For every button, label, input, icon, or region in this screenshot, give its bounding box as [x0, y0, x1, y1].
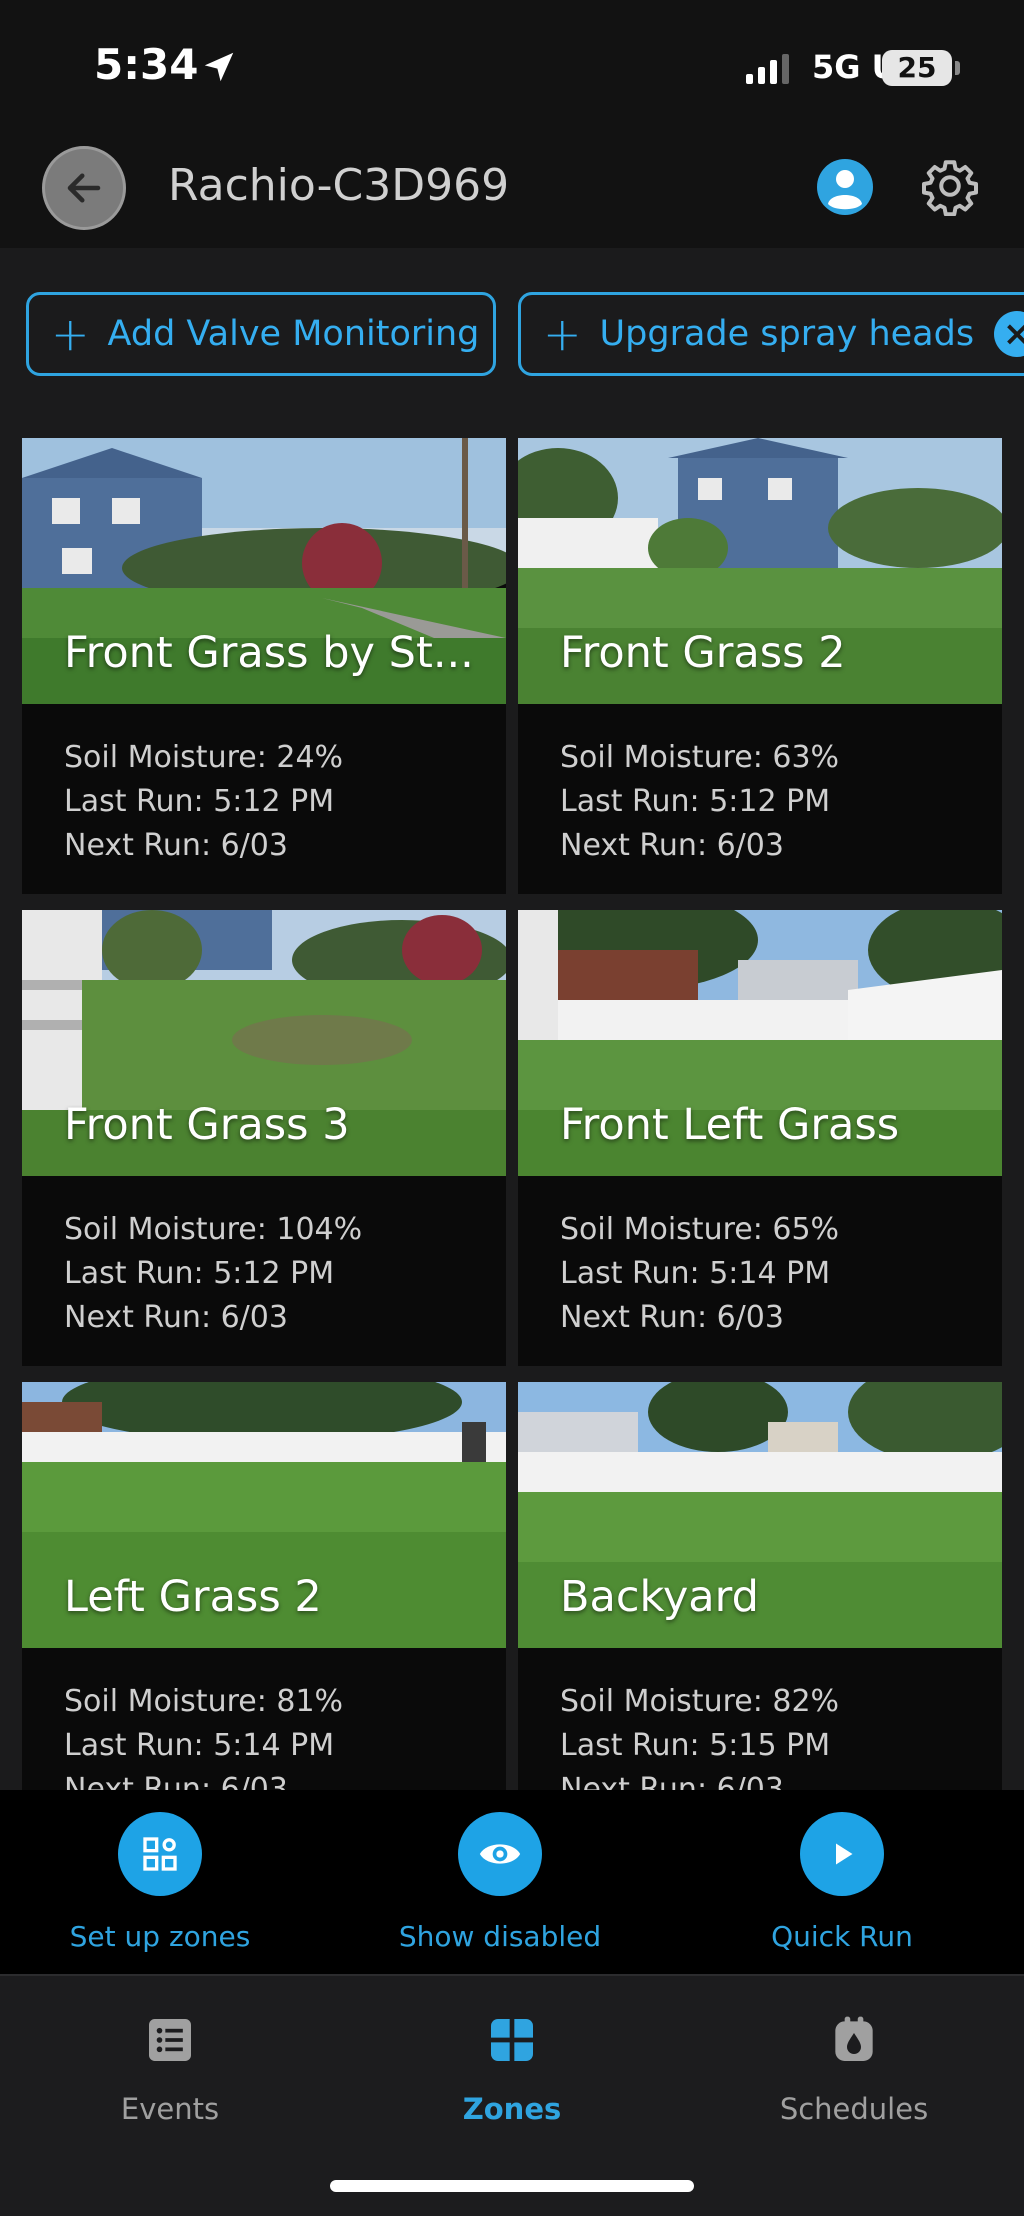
zone-name: Front Left Grass — [560, 1100, 900, 1150]
zone-details: Soil Moisture: 24% Last Run: 5:12 PM Nex… — [64, 736, 343, 868]
zone-card[interactable]: Front Grass by St... Soil Moisture: 24% … — [22, 438, 506, 894]
next-run: Next Run: 6/03 — [64, 1300, 288, 1335]
zone-card[interactable]: Front Grass 2 Soil Moisture: 63% Last Ru… — [518, 438, 1002, 894]
close-icon[interactable]: × — [994, 311, 1024, 357]
chip-label: Add Valve Monitoring — [107, 314, 480, 354]
grid-settings-icon — [118, 1812, 202, 1896]
location-arrow-icon — [204, 52, 234, 82]
action-label: Show disabled — [398, 1920, 602, 1953]
soil-moisture: Soil Moisture: 104% — [64, 1212, 363, 1247]
zone-name: Left Grass 2 — [64, 1572, 322, 1622]
soil-moisture: Soil Moisture: 24% — [64, 740, 344, 775]
action-label: Quick Run — [771, 1920, 913, 1953]
show-disabled-button[interactable]: Show disabled — [350, 1812, 650, 1953]
battery-tip — [955, 61, 960, 75]
last-run: Last Run: 5:15 PM — [560, 1728, 831, 1763]
tab-zones[interactable]: Zones — [392, 2012, 632, 2126]
soil-moisture: Soil Moisture: 82% — [560, 1684, 840, 1719]
next-run: Next Run: 6/03 — [64, 828, 288, 863]
zone-details: Soil Moisture: 81% Last Run: 5:14 PM Nex… — [64, 1680, 343, 1790]
suggestion-chips: + Add Valve Monitoring + Upgrade spray h… — [0, 248, 1024, 424]
zone-name: Backyard — [560, 1572, 759, 1622]
add-valve-monitoring-chip[interactable]: + Add Valve Monitoring — [26, 292, 496, 376]
zone-name: Front Grass 3 — [64, 1100, 350, 1150]
zone-details: Soil Moisture: 65% Last Run: 5:14 PM Nex… — [560, 1208, 839, 1340]
tab-label: Schedules — [779, 2092, 929, 2126]
upgrade-spray-heads-chip[interactable]: + Upgrade spray heads × — [518, 292, 1024, 376]
battery-icon: 25 — [882, 50, 952, 86]
list-icon — [149, 2019, 191, 2061]
tab-schedules[interactable]: Schedules — [734, 2012, 974, 2126]
last-run: Last Run: 5:14 PM — [560, 1256, 831, 1291]
zone-name: Front Grass by St... — [64, 628, 474, 678]
tab-label: Events — [120, 2092, 220, 2126]
play-icon — [800, 1812, 884, 1896]
account-icon[interactable] — [816, 158, 874, 216]
next-run: Next Run: 6/03 — [560, 828, 784, 863]
soil-moisture: Soil Moisture: 81% — [64, 1684, 344, 1719]
zone-card[interactable]: Backyard Soil Moisture: 82% Last Run: 5:… — [518, 1382, 1002, 1790]
tab-label: Zones — [462, 2092, 562, 2126]
plus-icon: + — [51, 307, 90, 361]
chip-label: Upgrade spray heads — [599, 314, 975, 354]
timer-icon — [835, 2016, 873, 2061]
app-header: Rachio-C3D969 — [0, 130, 1024, 248]
zones-grid: Front Grass by St... Soil Moisture: 24% … — [0, 424, 1024, 1790]
zones-icon — [491, 2019, 533, 2061]
zone-details: Soil Moisture: 63% Last Run: 5:12 PM Nex… — [560, 736, 839, 868]
set-up-zones-button[interactable]: Set up zones — [10, 1812, 310, 1953]
quick-run-button[interactable]: Quick Run — [692, 1812, 992, 1953]
settings-gear-icon[interactable] — [920, 156, 980, 216]
zone-actions-bar: Set up zones Show disabled Quick Run — [0, 1790, 1024, 1974]
zone-card[interactable]: Left Grass 2 Soil Moisture: 81% Last Run… — [22, 1382, 506, 1790]
status-time: 5:34 — [94, 40, 199, 89]
eye-icon — [458, 1812, 542, 1896]
page-title: Rachio-C3D969 — [168, 160, 510, 211]
last-run: Last Run: 5:12 PM — [64, 1256, 335, 1291]
zone-card[interactable]: Front Left Grass Soil Moisture: 65% Last… — [518, 910, 1002, 1366]
action-label: Set up zones — [69, 1920, 251, 1953]
back-button[interactable] — [42, 146, 126, 230]
plus-icon: + — [543, 307, 582, 361]
next-run: Next Run: 6/03 — [560, 1300, 784, 1335]
soil-moisture: Soil Moisture: 65% — [560, 1212, 840, 1247]
soil-moisture: Soil Moisture: 63% — [560, 740, 840, 775]
next-run: Next Run: 6/03 — [560, 1772, 784, 1790]
signal-icon — [746, 54, 789, 84]
status-bar: 5:34 5G UC 25 — [0, 0, 1024, 130]
zone-details: Soil Moisture: 82% Last Run: 5:15 PM Nex… — [560, 1680, 839, 1790]
zone-name: Front Grass 2 — [560, 628, 846, 678]
last-run: Last Run: 5:12 PM — [64, 784, 335, 819]
tab-events[interactable]: Events — [50, 2012, 290, 2126]
arrow-left-icon — [67, 173, 101, 203]
zone-details: Soil Moisture: 104% Last Run: 5:12 PM Ne… — [64, 1208, 362, 1340]
last-run: Last Run: 5:14 PM — [64, 1728, 335, 1763]
next-run: Next Run: 6/03 — [64, 1772, 288, 1790]
home-indicator — [330, 2180, 694, 2192]
zone-card[interactable]: Front Grass 3 Soil Moisture: 104% Last R… — [22, 910, 506, 1366]
last-run: Last Run: 5:12 PM — [560, 784, 831, 819]
